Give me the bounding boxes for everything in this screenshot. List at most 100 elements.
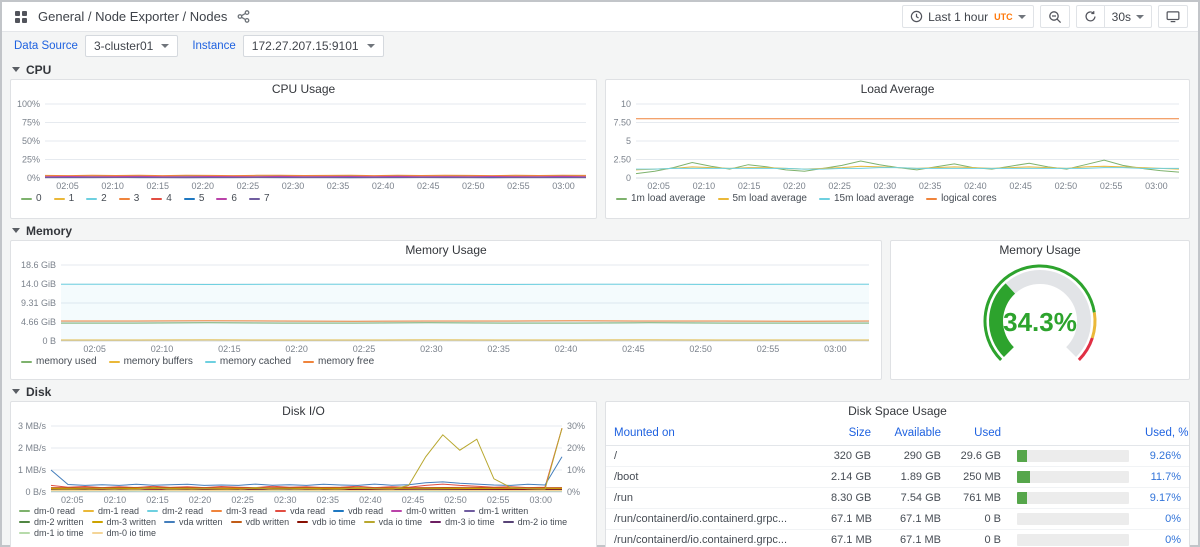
- variable-value: 172.27.207.15:9101: [252, 39, 359, 53]
- legend-item-dm-3-written[interactable]: dm-3 written: [92, 517, 157, 527]
- panel-title[interactable]: Disk I/O: [11, 402, 596, 421]
- share-icon[interactable]: [235, 8, 252, 25]
- legend-item-vdb-written[interactable]: vdb written: [231, 517, 290, 527]
- legend-item-dm-3-io-time[interactable]: dm-3 io time: [430, 517, 495, 527]
- cell-mounted-on: /run/containerd/io.containerd.grpc...: [606, 530, 823, 547]
- legend-swatch: [464, 510, 475, 512]
- column-header[interactable]: [1009, 421, 1137, 446]
- legend-item-vdb-io-time[interactable]: vdb io time: [297, 517, 356, 527]
- column-header[interactable]: Used, %: [1137, 421, 1189, 446]
- column-header[interactable]: Size: [823, 421, 879, 446]
- variables-bar: Data Source 3-cluster01 Instance 172.27.…: [2, 32, 1198, 60]
- cell-used-bar: [1009, 530, 1137, 547]
- legend-swatch: [503, 521, 514, 523]
- legend-item-5m-load-average[interactable]: 5m load average: [718, 193, 808, 204]
- legend-item-logical-cores[interactable]: logical cores: [926, 193, 997, 204]
- legend-item-dm-0-read[interactable]: dm-0 read: [19, 506, 75, 516]
- navbar-right: Last 1 hour UTC 30s: [902, 5, 1188, 28]
- column-header[interactable]: Used: [949, 421, 1009, 446]
- breadcrumb[interactable]: General / Node Exporter / Nodes: [38, 9, 227, 24]
- cpu-usage-chart[interactable]: 0%25%50%75%100%02:0502:1002:1502:2002:25…: [11, 99, 596, 191]
- legend-item-vdb-read[interactable]: vdb read: [333, 506, 383, 516]
- legend-item-1m-load-average[interactable]: 1m load average: [616, 193, 706, 204]
- column-header[interactable]: Available: [879, 421, 949, 446]
- legend-swatch: [616, 198, 627, 200]
- legend-item-memory-used[interactable]: memory used: [21, 356, 97, 367]
- legend-item-0[interactable]: 0: [21, 193, 42, 204]
- legend-label: dm-1 io time: [34, 528, 84, 538]
- legend-item-5[interactable]: 5: [184, 193, 205, 204]
- svg-text:02:45: 02:45: [402, 495, 425, 505]
- legend-label: vdb io time: [312, 517, 356, 527]
- legend-item-dm-1-written[interactable]: dm-1 written: [464, 506, 529, 516]
- svg-text:10%: 10%: [567, 465, 585, 475]
- legend-item-1[interactable]: 1: [54, 193, 75, 204]
- zoom-out-button[interactable]: [1040, 5, 1070, 28]
- panel-title[interactable]: Disk Space Usage: [606, 402, 1189, 421]
- table-row: /boot2.14 GB1.89 GB250 MB11.7%: [606, 467, 1189, 488]
- legend-item-dm-2-written[interactable]: dm-2 written: [19, 517, 84, 527]
- legend-item-dm-2-io-time[interactable]: dm-2 io time: [503, 517, 568, 527]
- svg-text:02:25: 02:25: [231, 495, 254, 505]
- legend-item-7[interactable]: 7: [249, 193, 270, 204]
- legend-item-dm-0-io-time[interactable]: dm-0 io time: [92, 528, 157, 538]
- legend-label: logical cores: [941, 193, 997, 204]
- legend-label: dm-3 written: [107, 517, 157, 527]
- svg-text:02:55: 02:55: [487, 495, 510, 505]
- legend-item-dm-3-read[interactable]: dm-3 read: [211, 506, 267, 516]
- legend-item-4[interactable]: 4: [151, 193, 172, 204]
- cell-mounted-on: /run: [606, 488, 823, 509]
- legend-swatch: [303, 361, 314, 363]
- cell-size: 320 GB: [823, 446, 879, 467]
- section-title: CPU: [26, 63, 51, 77]
- panel-title[interactable]: Load Average: [606, 80, 1189, 99]
- section-header-memory[interactable]: Memory: [2, 221, 1198, 240]
- legend-label: dm-2 read: [162, 506, 203, 516]
- column-header[interactable]: Mounted on: [606, 421, 823, 446]
- datasource-select[interactable]: 3-cluster01: [85, 35, 178, 57]
- legend-item-3[interactable]: 3: [119, 193, 140, 204]
- cycle-view-button[interactable]: [1158, 5, 1188, 28]
- instance-select[interactable]: 172.27.207.15:9101: [243, 35, 384, 57]
- svg-text:02:15: 02:15: [146, 181, 169, 191]
- usage-bar-fill: [1017, 471, 1030, 483]
- time-range-picker[interactable]: Last 1 hour UTC: [902, 5, 1034, 28]
- svg-text:02:30: 02:30: [420, 344, 443, 354]
- panel-title[interactable]: Memory Usage: [891, 241, 1189, 260]
- legend-item-memory-free[interactable]: memory free: [303, 356, 374, 367]
- legend-item-memory-cached[interactable]: memory cached: [205, 356, 291, 367]
- legend-item-vda-written[interactable]: vda written: [164, 517, 223, 527]
- load-average-chart[interactable]: 02.5057.501002:0502:1002:1502:2002:2502:…: [606, 99, 1189, 191]
- legend-item-vda-read[interactable]: vda read: [275, 506, 325, 516]
- section-header-disk[interactable]: Disk: [2, 382, 1198, 401]
- memory-usage-chart[interactable]: 0 B4.66 GiB9.31 GiB14.0 GiB18.6 GiB02:05…: [11, 260, 881, 354]
- panel-title[interactable]: Memory Usage: [11, 241, 881, 260]
- disk-io-chart[interactable]: 0 B/s1 MB/s2 MB/s3 MB/s0%10%20%30%02:050…: [11, 421, 596, 505]
- legend-item-6[interactable]: 6: [216, 193, 237, 204]
- zoom-out-icon: [1048, 10, 1062, 24]
- cell-available: 290 GB: [879, 446, 949, 467]
- legend-swatch: [54, 198, 65, 200]
- svg-text:02:15: 02:15: [218, 344, 241, 354]
- section-header-cpu[interactable]: CPU: [2, 60, 1198, 79]
- svg-text:2.50: 2.50: [613, 155, 631, 165]
- chevron-down-icon: [12, 389, 20, 394]
- panel-disk-io: Disk I/O 0 B/s1 MB/s2 MB/s3 MB/s0%10%20%…: [10, 401, 597, 547]
- disk-space-table-wrap: Mounted onSizeAvailableUsedUsed, %/320 G…: [606, 421, 1189, 547]
- legend-item-dm-2-read[interactable]: dm-2 read: [147, 506, 203, 516]
- legend-item-15m-load-average[interactable]: 15m load average: [819, 193, 914, 204]
- refresh-interval-picker[interactable]: 30s: [1104, 5, 1152, 28]
- svg-text:5: 5: [626, 136, 631, 146]
- legend-item-dm-0-written[interactable]: dm-0 written: [391, 506, 456, 516]
- refresh-button[interactable]: [1076, 5, 1105, 28]
- legend-item-2[interactable]: 2: [86, 193, 107, 204]
- legend-item-memory-buffers[interactable]: memory buffers: [109, 356, 193, 367]
- legend-label: memory buffers: [124, 356, 193, 367]
- legend-item-dm-1-io-time[interactable]: dm-1 io time: [19, 528, 84, 538]
- svg-text:02:10: 02:10: [151, 344, 174, 354]
- legend-item-dm-1-read[interactable]: dm-1 read: [83, 506, 139, 516]
- legend-item-vda-io-time[interactable]: vda io time: [364, 517, 423, 527]
- legend-label: dm-1 read: [98, 506, 139, 516]
- apps-grid-icon[interactable]: [12, 8, 30, 26]
- panel-title[interactable]: CPU Usage: [11, 80, 596, 99]
